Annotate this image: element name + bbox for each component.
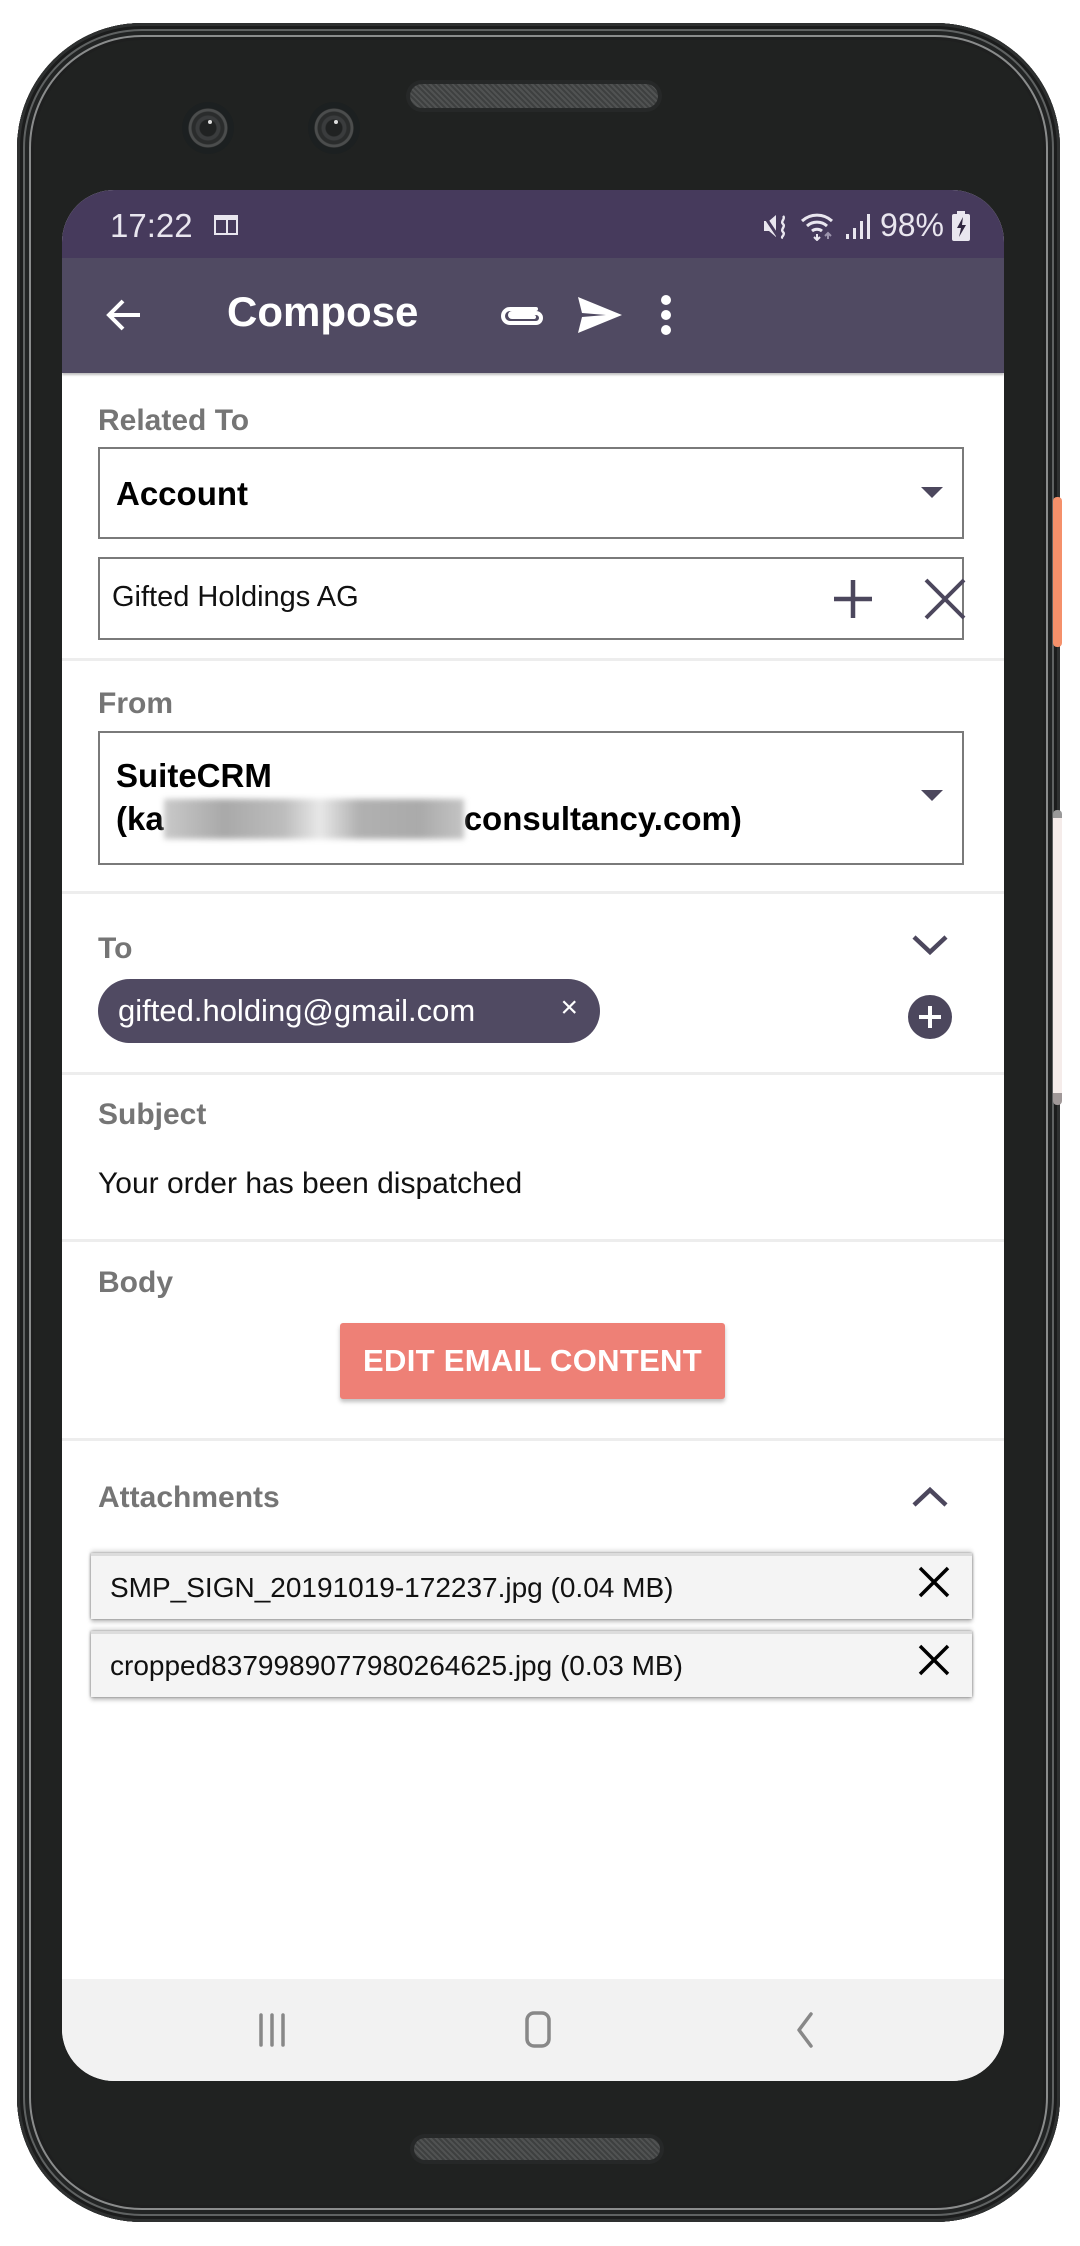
- app-toolbar: Compose: [62, 258, 1004, 373]
- recents-icon: [259, 2013, 285, 2047]
- plus-icon: [834, 580, 872, 618]
- recents-button[interactable]: [242, 2005, 302, 2055]
- subject-label: Subject: [98, 1098, 207, 1131]
- front-camera-icon: [314, 108, 354, 148]
- redacted-email-blur: [163, 799, 464, 839]
- recipient-chip[interactable]: gifted.holding@gmail.com ×: [98, 979, 600, 1043]
- system-nav-bar: [62, 1979, 1004, 2081]
- paperclip-icon: [501, 307, 543, 325]
- send-button[interactable]: [568, 287, 632, 343]
- related-to-type-select[interactable]: Account: [98, 447, 964, 539]
- chevron-up-icon: [912, 1486, 948, 1507]
- from-email-prefix: (ka: [116, 800, 164, 837]
- back-button[interactable]: [96, 287, 152, 343]
- remove-attachment-icon[interactable]: [914, 1562, 954, 1602]
- section-divider: [62, 891, 1004, 894]
- power-button: [1053, 497, 1062, 647]
- nav-back-icon: [797, 2012, 813, 2048]
- attachment-name: SMP_SIGN_20191019-172237.jpg (0.04 MB): [110, 1571, 674, 1603]
- body-label: Body: [98, 1266, 173, 1299]
- remove-recipient-icon[interactable]: ×: [560, 991, 578, 1025]
- more-vert-icon: [661, 295, 671, 335]
- section-divider: [62, 1239, 1004, 1242]
- battery-percent: 98%: [879, 207, 944, 243]
- edit-email-content-button[interactable]: EDIT EMAIL CONTENT: [340, 1323, 725, 1399]
- front-camera-icon: [188, 108, 228, 148]
- from-value-line2: (ka consultancy.com): [116, 799, 742, 839]
- remove-attachment-icon[interactable]: [914, 1640, 954, 1680]
- home-icon: [525, 2011, 551, 2048]
- from-label: From: [98, 687, 173, 720]
- bottom-speaker: [414, 2138, 660, 2160]
- system-back-button[interactable]: [775, 2005, 835, 2055]
- home-button[interactable]: [508, 2005, 568, 2055]
- to-label: To: [98, 932, 133, 965]
- earpiece-speaker: [410, 84, 658, 108]
- close-icon: [924, 578, 966, 620]
- page-title: Compose: [227, 288, 419, 335]
- section-divider: [62, 1438, 1004, 1441]
- section-divider: [62, 1072, 1004, 1075]
- attachment-item: SMP_SIGN_20191019-172237.jpg (0.04 MB): [91, 1553, 972, 1619]
- status-time: 17:22: [110, 207, 193, 244]
- collapse-attachments-button[interactable]: [910, 1477, 950, 1517]
- phone-screen: 17:22 98% Compose Related To Account Gif…: [62, 190, 1004, 2081]
- send-icon: [578, 297, 622, 333]
- signal-icon: [845, 213, 870, 239]
- from-account-select[interactable]: SuiteCRM (ka consultancy.com): [98, 731, 964, 865]
- calendar-notification-icon: [214, 215, 238, 235]
- wifi-icon: [800, 213, 833, 241]
- attachment-name: cropped8379989077980264625.jpg (0.03 MB): [110, 1649, 683, 1681]
- from-email-suffix: consultancy.com): [463, 800, 742, 837]
- attachment-item: cropped8379989077980264625.jpg (0.03 MB): [91, 1631, 972, 1697]
- expand-recipients-button[interactable]: [910, 925, 950, 965]
- related-to-type-value: Account: [116, 475, 248, 512]
- more-options-button[interactable]: [646, 287, 686, 343]
- related-to-record-value: Gifted Holdings AG: [112, 581, 359, 613]
- arrow-back-icon: [106, 299, 140, 331]
- section-divider: [62, 658, 1004, 661]
- mute-vibrate-icon: [761, 212, 786, 239]
- subject-input[interactable]: Your order has been dispatched: [98, 1167, 522, 1201]
- attachments-label: Attachments: [98, 1481, 280, 1514]
- attach-button[interactable]: [488, 287, 552, 343]
- clear-record-button[interactable]: [920, 574, 970, 624]
- from-value-line1: SuiteCRM: [116, 757, 272, 794]
- add-record-button[interactable]: [828, 574, 878, 624]
- status-bar: 17:22 98%: [62, 190, 1004, 258]
- plus-icon: [919, 1006, 941, 1028]
- add-recipient-button[interactable]: [908, 995, 952, 1039]
- related-to-record-field[interactable]: Gifted Holdings AG: [98, 557, 966, 640]
- chevron-down-icon: [912, 935, 948, 956]
- recipient-email: gifted.holding@gmail.com: [118, 993, 476, 1028]
- related-to-label: Related To: [98, 404, 250, 437]
- battery-charging-icon: [952, 210, 970, 241]
- volume-button: [1053, 810, 1062, 1105]
- dropdown-arrow-icon: [921, 487, 943, 498]
- status-right-group: 98%: [761, 207, 970, 244]
- dropdown-arrow-icon: [921, 790, 943, 801]
